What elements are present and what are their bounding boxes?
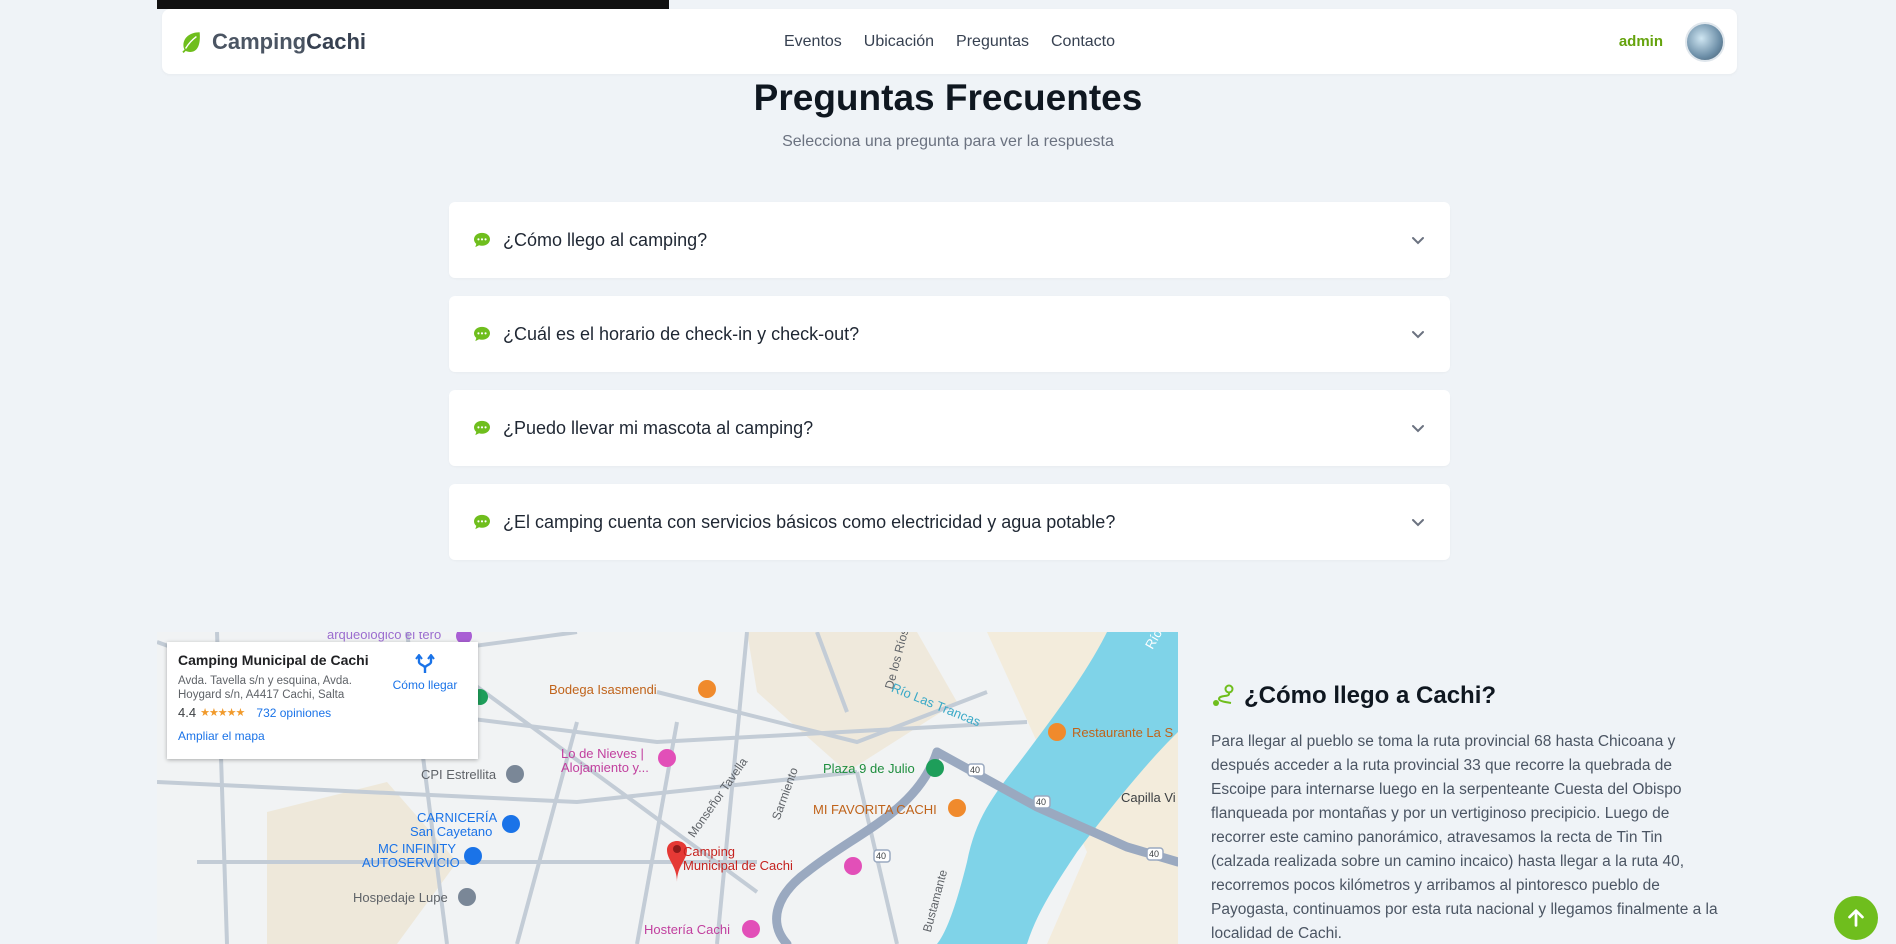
- faq-header: Preguntas Frecuentes Selecciona una preg…: [0, 74, 1896, 151]
- faq-subtitle: Selecciona una pregunta para ver la resp…: [782, 133, 1114, 150]
- poi-label[interactable]: AUTOSERVICIO: [362, 855, 460, 870]
- navbar: CampingCachi Eventos Ubicación Preguntas…: [162, 9, 1737, 74]
- chevron-down-icon: [1412, 237, 1424, 245]
- avatar[interactable]: [1685, 21, 1725, 62]
- nav-eventos[interactable]: Eventos: [784, 33, 842, 51]
- brand-logo[interactable]: CampingCachi: [178, 29, 366, 55]
- faq-question: ¿Cuál es el horario de check-in y check-…: [503, 323, 860, 344]
- poi-label[interactable]: arqueologico el tero: [327, 632, 441, 642]
- user-name[interactable]: admin: [1619, 33, 1663, 50]
- nav-contacto[interactable]: Contacto: [1051, 33, 1115, 51]
- place-address: Avda. Tavella s/n y esquina, Avda. Hoyga…: [178, 675, 352, 701]
- poi-label[interactable]: Restaurante La S: [1072, 725, 1173, 740]
- poi-label[interactable]: Hostería Cachi: [644, 922, 730, 937]
- place-rating: 4.4 ★★★★★ 732 opiniones: [178, 705, 467, 720]
- route-badge: 40: [1149, 849, 1160, 859]
- nav-preguntas[interactable]: Preguntas: [956, 33, 1029, 51]
- route-badge: 40: [970, 765, 981, 775]
- poi-label[interactable]: Hospedaje Lupe: [353, 890, 448, 905]
- how-to-arrive-section: ¿Cómo llego a Cachi? Para llegar al pueb…: [1211, 682, 1721, 944]
- faq-question: ¿Cómo llego al camping?: [503, 229, 708, 250]
- directions-label: Cómo llegar: [392, 678, 458, 692]
- nav-ubicacion[interactable]: Ubicación: [864, 33, 934, 51]
- chat-bubble-icon: [474, 420, 490, 436]
- faq-question: ¿El camping cuenta con servicios básicos…: [503, 511, 1116, 532]
- brand-name: CampingCachi: [212, 28, 367, 54]
- poi-label[interactable]: Capilla Vi: [1121, 790, 1176, 805]
- poi-label[interactable]: CARNICERÍA: [417, 810, 497, 825]
- poi-label[interactable]: CPI Estrellita: [421, 767, 496, 782]
- poi-label[interactable]: MI FAVORITA CACHI: [813, 802, 937, 817]
- faq-item-horario[interactable]: ¿Cuál es el horario de check-in y check-…: [449, 296, 1450, 372]
- section-paragraph: Para llegar al pueblo se toma la ruta pr…: [1211, 733, 1718, 942]
- top-image-strip: [157, 0, 669, 9]
- poi-label[interactable]: MC INFINITY: [378, 841, 456, 856]
- star-rating-icon: ★★★★★: [200, 707, 245, 719]
- chevron-down-icon: [1412, 331, 1424, 339]
- poi-label[interactable]: San Cayetano: [410, 824, 492, 839]
- embedded-map[interactable]: Camping Municipal de Cachi Avda. Tavella…: [157, 632, 1178, 944]
- directions-button[interactable]: Cómo llegar: [390, 654, 460, 692]
- faq-title: Preguntas Frecuentes: [753, 77, 1143, 118]
- poi-label[interactable]: Bodega Isasmendi: [549, 682, 657, 697]
- map-place-card: Camping Municipal de Cachi Avda. Tavella…: [167, 642, 478, 759]
- route-badge: 40: [876, 851, 887, 861]
- route-icon: [1213, 684, 1234, 706]
- reviews-link[interactable]: 732 opiniones: [256, 706, 331, 720]
- poi-label[interactable]: Plaza 9 de Julio: [823, 761, 915, 776]
- user-menu: admin: [1619, 21, 1725, 62]
- scroll-to-top-button[interactable]: [1834, 896, 1878, 940]
- leaf-icon: [182, 31, 200, 53]
- chat-bubble-icon: [474, 232, 490, 248]
- faq-item-mascota[interactable]: ¿Puedo llevar mi mascota al camping?: [449, 390, 1450, 466]
- faq-item-como-llego[interactable]: ¿Cómo llego al camping?: [449, 202, 1450, 278]
- poi-label[interactable]: Lo de Nieves |: [561, 746, 644, 761]
- poi-label[interactable]: Camping: [683, 844, 735, 859]
- section-title: ¿Cómo llego a Cachi?: [1211, 682, 1721, 710]
- faq-list: ¿Cómo llego al camping? ¿Cuál es el hora…: [449, 202, 1450, 578]
- faq-question: ¿Puedo llevar mi mascota al camping?: [503, 417, 814, 438]
- faq-item-servicios[interactable]: ¿El camping cuenta con servicios básicos…: [449, 484, 1450, 560]
- chevron-down-icon: [1412, 425, 1424, 433]
- chat-bubble-icon: [474, 514, 490, 530]
- directions-icon: [415, 654, 435, 673]
- route-badge: 40: [1036, 797, 1047, 807]
- rating-value: 4.4: [178, 705, 197, 720]
- poi-label[interactable]: Alojamiento y...: [561, 760, 649, 775]
- chevron-down-icon: [1412, 519, 1424, 527]
- poi-label[interactable]: Municipal de Cachi: [683, 858, 793, 873]
- main-nav: Eventos Ubicación Preguntas Contacto: [784, 33, 1115, 51]
- expand-map-link[interactable]: Ampliar el mapa: [178, 729, 467, 743]
- arrow-up-icon: [1848, 909, 1864, 927]
- chat-bubble-icon: [474, 326, 490, 342]
